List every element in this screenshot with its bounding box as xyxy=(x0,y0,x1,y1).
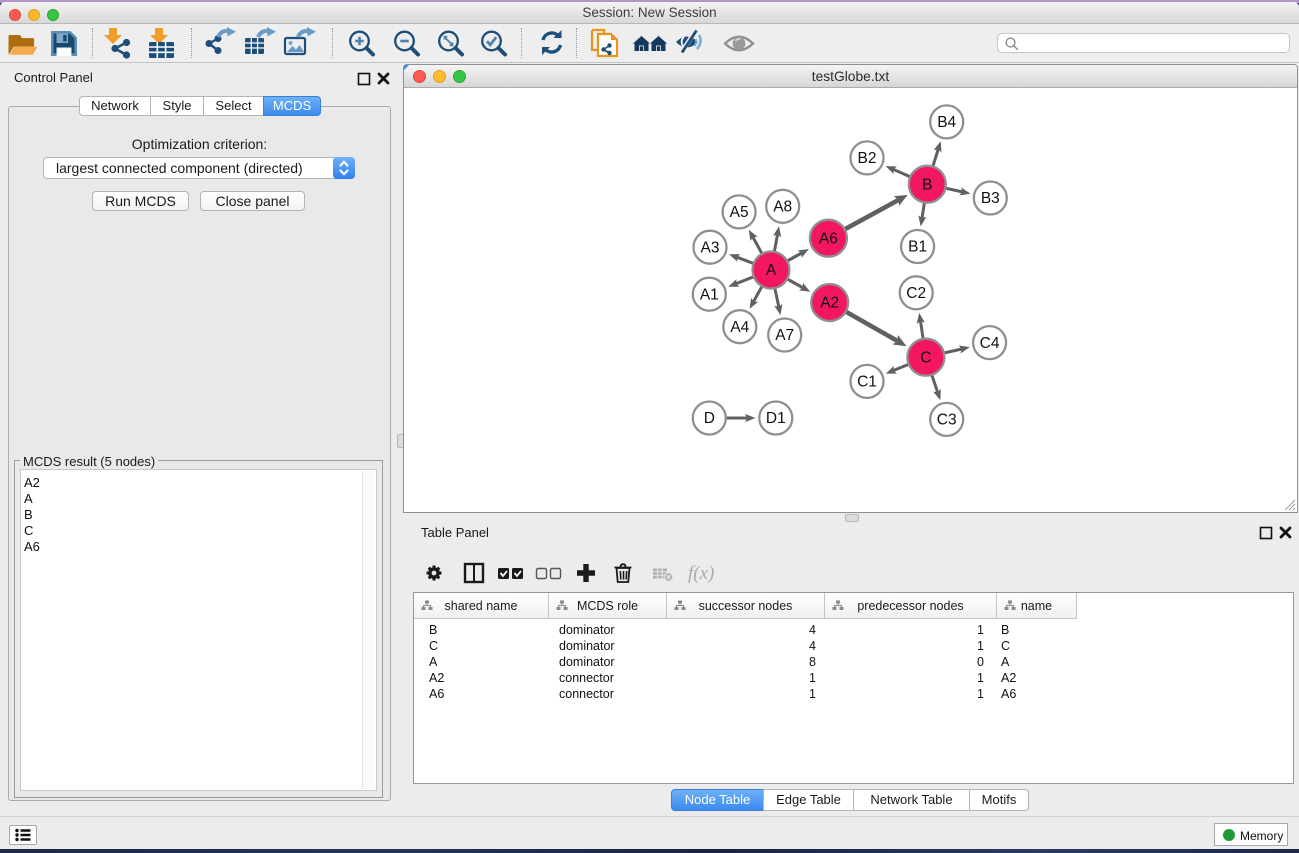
svg-text:C: C xyxy=(920,349,931,366)
svg-text:A2: A2 xyxy=(820,295,839,312)
svg-text:A: A xyxy=(766,262,777,279)
svg-text:C3: C3 xyxy=(937,412,957,429)
svg-text:f(x): f(x) xyxy=(688,563,714,584)
svg-text:B3: B3 xyxy=(981,190,1000,207)
svg-text:B4: B4 xyxy=(937,114,956,131)
svg-text:B: B xyxy=(922,176,932,193)
svg-text:B2: B2 xyxy=(858,150,877,167)
svg-text:D1: D1 xyxy=(766,410,786,427)
svg-text:B1: B1 xyxy=(908,239,927,256)
svg-text:C1: C1 xyxy=(857,374,877,391)
svg-text:C4: C4 xyxy=(980,335,1000,352)
svg-text:A7: A7 xyxy=(775,327,794,344)
svg-text:A8: A8 xyxy=(773,199,792,216)
svg-text:D: D xyxy=(704,410,715,427)
svg-text:A5: A5 xyxy=(730,204,749,221)
svg-text:A3: A3 xyxy=(701,239,720,256)
svg-text:A6: A6 xyxy=(819,230,838,247)
svg-text:A4: A4 xyxy=(730,319,749,336)
svg-text:C2: C2 xyxy=(906,285,926,302)
svg-text:A1: A1 xyxy=(700,286,719,303)
